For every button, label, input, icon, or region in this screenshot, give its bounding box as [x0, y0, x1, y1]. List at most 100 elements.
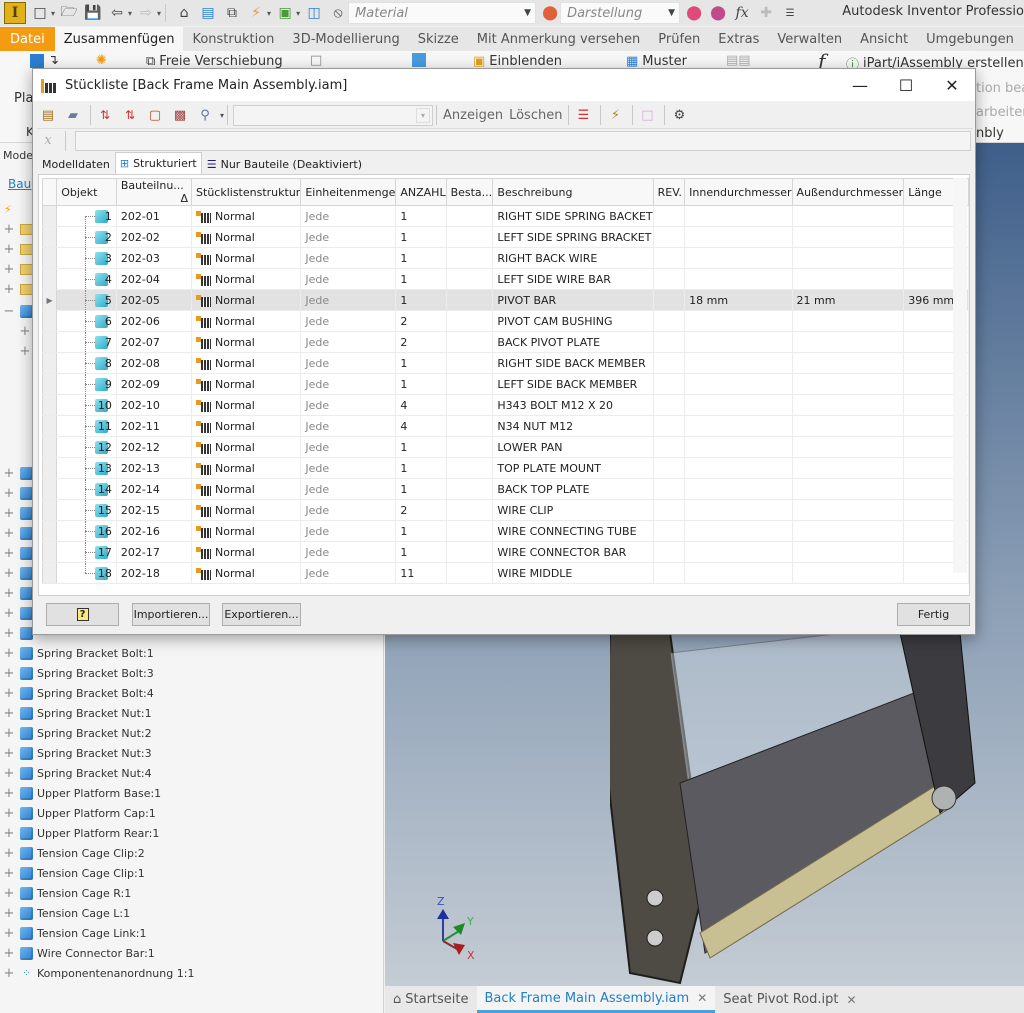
- row-selector[interactable]: [41, 415, 58, 437]
- outer-diameter-cell[interactable]: [791, 394, 905, 416]
- tree-row-component[interactable]: + Spring Bracket Bolt:4: [0, 683, 154, 703]
- revision-cell[interactable]: [652, 310, 686, 332]
- expand-icon[interactable]: +: [3, 506, 15, 521]
- expand-icon[interactable]: +: [3, 866, 15, 881]
- bom-structure-cell[interactable]: Normal: [191, 205, 302, 227]
- unit-quantity-cell[interactable]: Jede: [300, 289, 397, 311]
- outer-diameter-cell[interactable]: [791, 499, 905, 521]
- table-row[interactable]: 13 202-13 Normal Jede 1 TOP PLATE MOUNT: [41, 457, 969, 479]
- quantity-cell[interactable]: 1: [395, 289, 447, 311]
- row-selector[interactable]: [41, 268, 58, 290]
- revision-cell[interactable]: [652, 331, 686, 353]
- revision-cell[interactable]: [652, 541, 686, 563]
- row-selector[interactable]: [41, 520, 58, 542]
- inner-diameter-cell[interactable]: [684, 520, 793, 542]
- part-number-cell[interactable]: 202-12: [115, 436, 193, 458]
- unit-quantity-cell[interactable]: Jede: [300, 415, 397, 437]
- constraint-icon[interactable]: □: [310, 53, 322, 68]
- bom-structure-cell[interactable]: Normal: [191, 331, 302, 353]
- row-selector[interactable]: [41, 205, 58, 227]
- description-cell[interactable]: LOWER PAN: [492, 436, 654, 458]
- expand-icon[interactable]: +: [3, 826, 15, 841]
- quantity-cell[interactable]: 2: [395, 331, 447, 353]
- undo-dropdown-icon[interactable]: ▾: [128, 9, 132, 18]
- unit-quantity-cell[interactable]: Jede: [300, 457, 397, 479]
- unit-quantity-cell[interactable]: Jede: [300, 373, 397, 395]
- expand-icon[interactable]: +: [3, 906, 15, 921]
- stock-cell[interactable]: [445, 562, 494, 584]
- bom-structure-cell[interactable]: Normal: [191, 226, 302, 248]
- inner-diameter-cell[interactable]: [684, 436, 793, 458]
- tab-sketch[interactable]: Skizze: [409, 27, 468, 51]
- new-dropdown-icon[interactable]: ▾: [51, 9, 55, 18]
- outer-diameter-cell[interactable]: [791, 415, 905, 437]
- new-file-icon[interactable]: □: [30, 3, 50, 23]
- tab-environments[interactable]: Umgebungen: [917, 27, 1023, 51]
- expand-icon[interactable]: +: [3, 726, 15, 741]
- part-number-cell[interactable]: 202-16: [115, 520, 193, 542]
- row-selector[interactable]: [41, 562, 58, 584]
- column-header-outer-diameter[interactable]: Außendurchmesser: [791, 178, 905, 206]
- minimize-button[interactable]: —: [837, 69, 883, 101]
- part-number-cell[interactable]: 202-18: [115, 562, 193, 584]
- part-number-cell[interactable]: 202-09: [115, 373, 193, 395]
- unit-quantity-cell[interactable]: Jede: [300, 310, 397, 332]
- tab-file[interactable]: Datei: [0, 27, 55, 51]
- expand-icon[interactable]: +: [3, 706, 15, 721]
- tree-row-component[interactable]: + Tension Cage Clip:1: [0, 863, 145, 883]
- close-button[interactable]: ✕: [929, 69, 975, 101]
- inner-diameter-cell[interactable]: [684, 457, 793, 479]
- unit-quantity-cell[interactable]: Jede: [300, 226, 397, 248]
- description-cell[interactable]: WIRE CLIP: [492, 499, 654, 521]
- part-number-cell[interactable]: 202-06: [115, 310, 193, 332]
- table-row[interactable]: 9 202-09 Normal Jede 1 LEFT SIDE BACK MEMBER: [41, 373, 969, 395]
- stock-cell[interactable]: [445, 247, 494, 269]
- place-button[interactable]: Pla: [14, 91, 33, 106]
- tree-row-component[interactable]: + Spring Bracket Nut:3: [0, 743, 152, 763]
- unit-quantity-cell[interactable]: Jede: [300, 394, 397, 416]
- table-row[interactable]: 8 202-08 Normal Jede 1 RIGHT SIDE BACK MEMBER: [41, 352, 969, 374]
- stock-cell[interactable]: [445, 499, 494, 521]
- unit-quantity-cell[interactable]: Jede: [300, 541, 397, 563]
- customize-qat-icon[interactable]: ☰: [780, 3, 800, 23]
- column-header-quantity[interactable]: ANZAHL: [395, 178, 447, 206]
- table-row[interactable]: 1 202-01 Normal Jede 1 RIGHT SIDE SPRING BACK…: [41, 205, 969, 227]
- part-number-cell[interactable]: 202-03: [115, 247, 193, 269]
- expand-icon[interactable]: +: [3, 526, 15, 541]
- bom-structure-cell[interactable]: Normal: [191, 541, 302, 563]
- outer-diameter-cell[interactable]: [791, 373, 905, 395]
- blue-block-icon[interactable]: [412, 53, 426, 67]
- show-button[interactable]: Anzeigen: [443, 108, 503, 123]
- tab-parts-only[interactable]: ☰ Nur Bauteile (Deaktiviert): [202, 154, 367, 174]
- bom-structure-cell[interactable]: Normal: [191, 436, 302, 458]
- expand-icon[interactable]: +: [19, 324, 31, 339]
- part-number-cell[interactable]: 202-08: [115, 352, 193, 374]
- object-cell[interactable]: 13: [56, 457, 117, 479]
- description-cell[interactable]: H343 BOLT M12 X 20: [492, 394, 654, 416]
- tree-row-child[interactable]: +: [16, 341, 31, 361]
- update-mass-icon[interactable]: ⚡: [604, 104, 626, 126]
- part-number-cell[interactable]: 202-01: [115, 205, 193, 227]
- quantity-cell[interactable]: 1: [395, 457, 447, 479]
- stock-cell[interactable]: [445, 226, 494, 248]
- outer-diameter-cell[interactable]: [791, 310, 905, 332]
- inner-diameter-cell[interactable]: [684, 415, 793, 437]
- appearance-combo[interactable]: Darstellung ▼: [560, 2, 681, 24]
- expand-icon[interactable]: +: [3, 486, 15, 501]
- object-cell[interactable]: 4: [56, 268, 117, 290]
- collapse-icon[interactable]: −: [3, 304, 15, 319]
- expand-icon[interactable]: +: [3, 626, 15, 641]
- find-icon[interactable]: ⚲: [194, 104, 216, 126]
- tree-row-component[interactable]: + Tension Cage Link:1: [0, 923, 147, 943]
- show-button[interactable]: ▣ Einblenden: [473, 54, 562, 69]
- description-cell[interactable]: LEFT SIDE SPRING BRACKET: [492, 226, 654, 248]
- tree-row-relationships[interactable]: ⚡: [0, 199, 12, 219]
- edit-partial-1[interactable]: tion bea: [976, 81, 1024, 96]
- unit-quantity-cell[interactable]: Jede: [300, 436, 397, 458]
- tab-annotate[interactable]: Mit Anmerkung versehen: [468, 27, 649, 51]
- table-row[interactable]: 10 202-10 Normal Jede 4 H343 BOLT M12 X 20: [41, 394, 969, 416]
- stock-cell[interactable]: [445, 520, 494, 542]
- expand-icon[interactable]: +: [3, 786, 15, 801]
- expand-icon[interactable]: +: [3, 966, 15, 981]
- object-cell[interactable]: 15: [56, 499, 117, 521]
